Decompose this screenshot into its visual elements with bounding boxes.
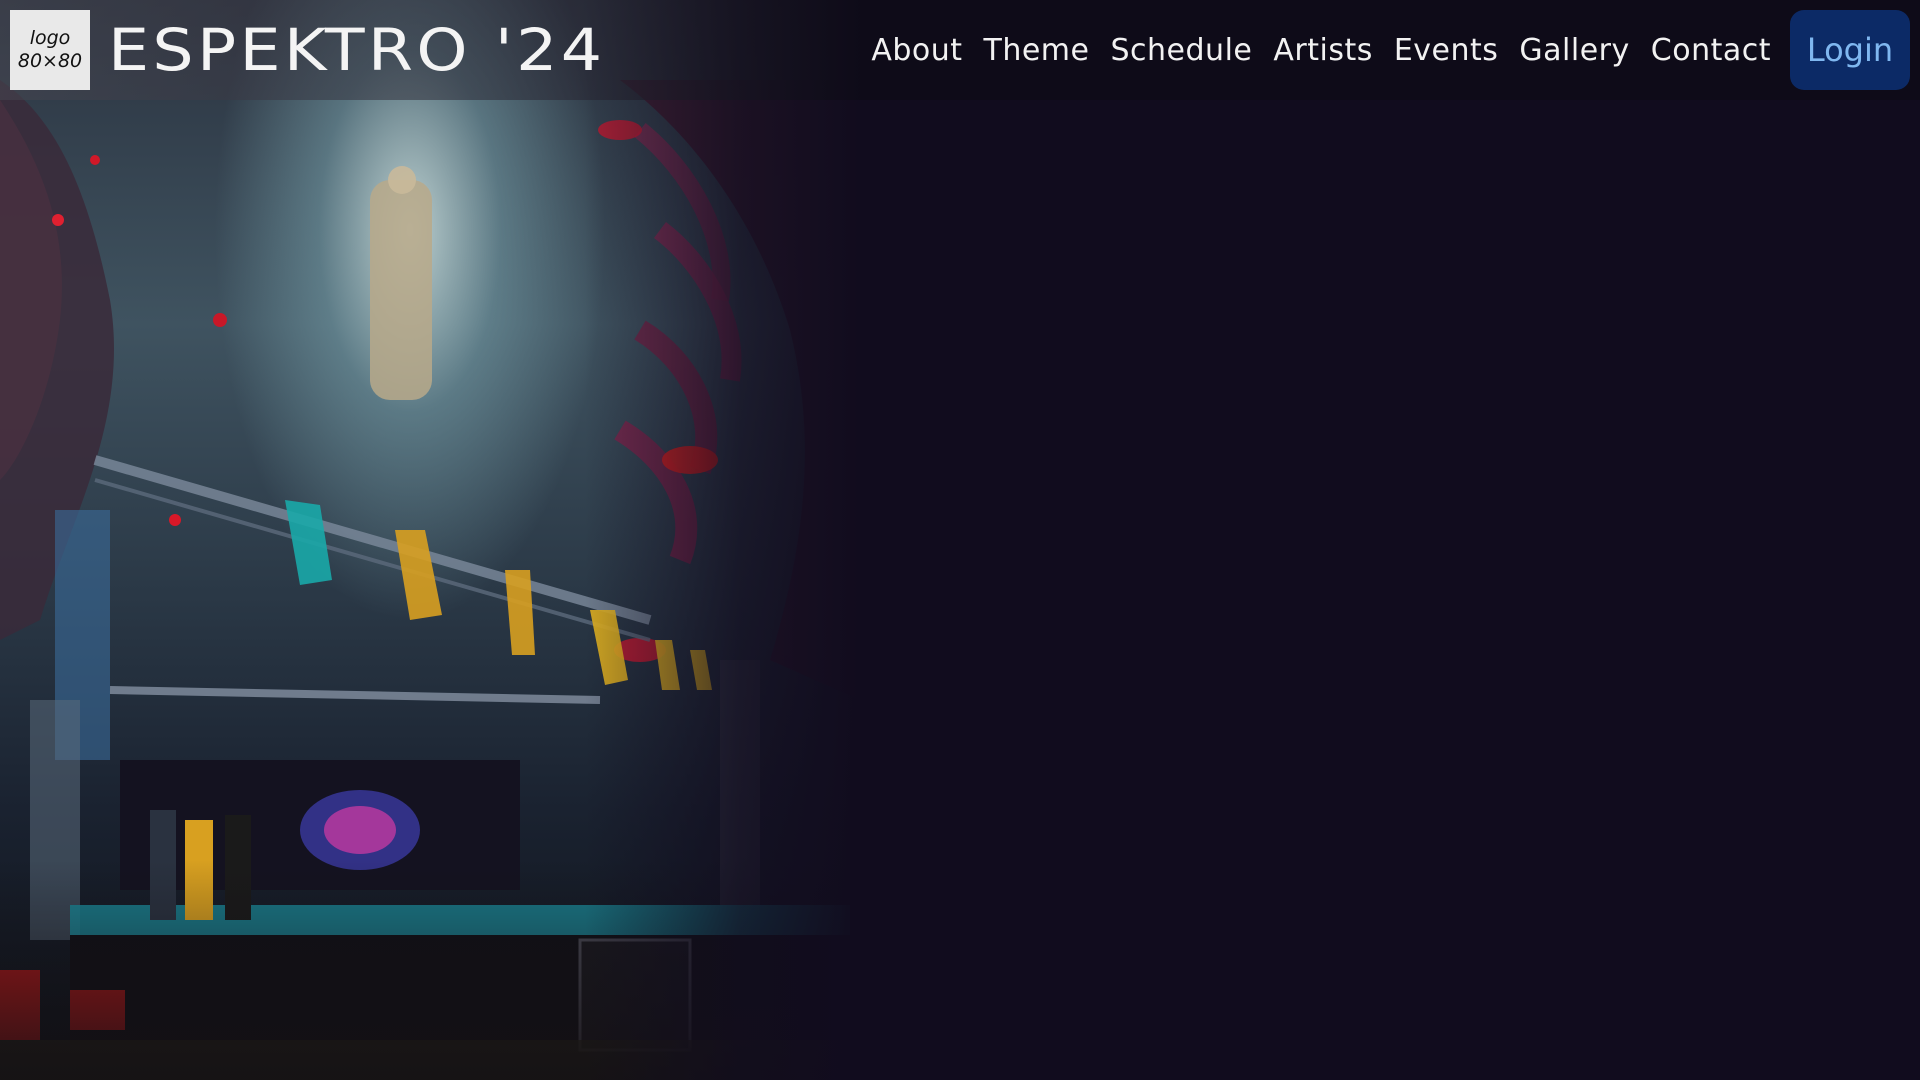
nav-link-artists[interactable]: Artists xyxy=(1273,33,1372,68)
nav-link-about[interactable]: About xyxy=(871,33,962,68)
nav-link-events[interactable]: Events xyxy=(1394,33,1499,68)
site-title: ESPEKTRO '24 xyxy=(108,16,606,84)
nav-link-contact[interactable]: Contact xyxy=(1651,33,1771,68)
nav-link-schedule[interactable]: Schedule xyxy=(1111,33,1253,68)
logo-size-label: 80×80 xyxy=(17,50,83,72)
nav-link-gallery[interactable]: Gallery xyxy=(1519,33,1629,68)
hero-image xyxy=(0,0,860,1080)
festival-stage-illustration xyxy=(0,80,860,1080)
landing-page: logo 80×80 ESPEKTRO '24 About Theme Sche… xyxy=(0,0,1920,1080)
logo-label: logo xyxy=(29,27,71,49)
main-nav: About Theme Schedule Artists Events Gall… xyxy=(871,10,1910,90)
logo-placeholder[interactable]: logo 80×80 xyxy=(10,10,90,90)
top-navbar: logo 80×80 ESPEKTRO '24 About Theme Sche… xyxy=(0,0,1920,100)
nav-link-theme[interactable]: Theme xyxy=(984,33,1090,68)
login-button[interactable]: Login xyxy=(1790,10,1910,90)
